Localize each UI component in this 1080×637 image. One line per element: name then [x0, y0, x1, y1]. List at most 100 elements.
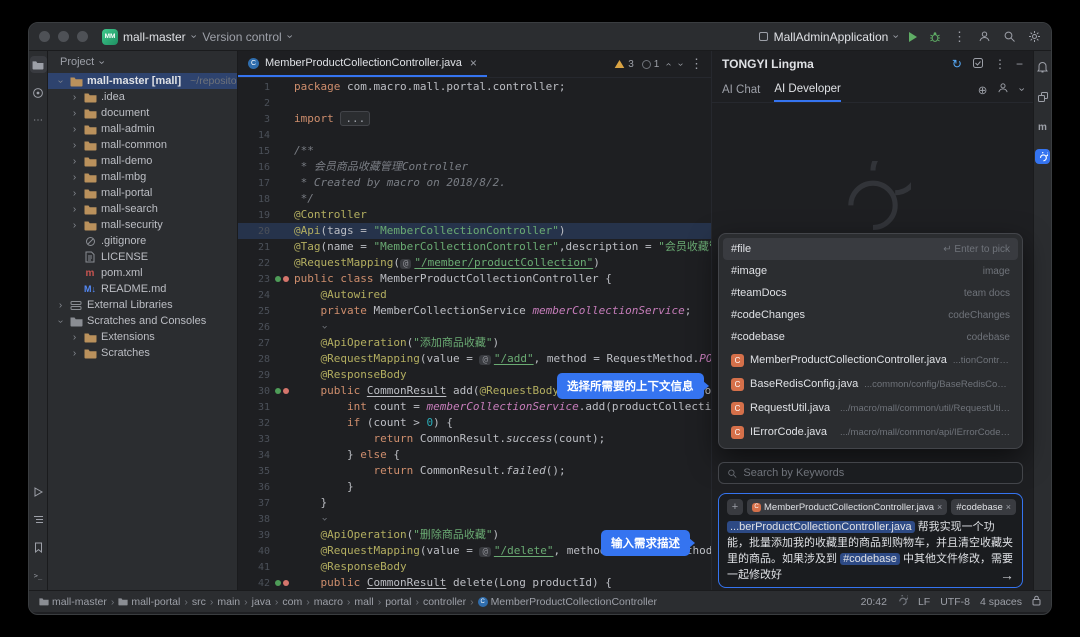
tree-item[interactable]: › mall-security [48, 217, 237, 233]
expand-chevron-icon[interactable]: › [56, 300, 65, 311]
gutter-icons[interactable] [270, 143, 294, 159]
gutter-icons[interactable] [270, 415, 294, 431]
context-chip[interactable]: #codebase × [951, 499, 1016, 515]
line-number[interactable]: 19 [238, 207, 270, 223]
code-line[interactable]: 24 @Autowired [238, 287, 711, 303]
inspections-weak-warnings[interactable]: 1 [642, 59, 660, 70]
run-button[interactable] [909, 32, 917, 42]
gutter-icons[interactable] [270, 95, 294, 111]
line-number[interactable]: 32 [238, 415, 270, 431]
project-tool-button[interactable] [30, 56, 47, 73]
line-number[interactable]: 17 [238, 175, 270, 191]
maven-tool-button[interactable]: m [1035, 119, 1051, 135]
expand-chevron-icon[interactable]: › [70, 108, 79, 119]
tree-item[interactable]: m pom.xml [48, 265, 237, 281]
maximize-window-button[interactable] [77, 31, 88, 42]
line-number[interactable]: 28 [238, 351, 270, 367]
spring-bean-icon[interactable] [275, 388, 281, 394]
expand-chevron-icon[interactable]: › [70, 220, 79, 231]
gutter-icons[interactable] [270, 399, 294, 415]
expand-chevron-icon[interactable]: › [70, 92, 79, 103]
terminal-tool-button[interactable]: >_ [30, 567, 47, 584]
breadcrumb-item[interactable]: controller [423, 596, 466, 608]
editor-tab[interactable]: C MemberProductCollectionController.java… [238, 51, 487, 77]
add-context-button[interactable]: + [727, 499, 743, 515]
chat-input-box[interactable]: + C MemberProductCollectionController.ja… [718, 493, 1023, 588]
line-number[interactable]: 16 [238, 159, 270, 175]
code-line[interactable]: 1 package com.macro.mall.portal.controll… [238, 79, 711, 95]
code-line[interactable]: 22 @RequestMapping(@"/member/productColl… [238, 255, 711, 271]
gutter-icons[interactable] [270, 335, 294, 351]
keyword-search-input[interactable] [743, 467, 1014, 479]
line-number[interactable]: 27 [238, 335, 270, 351]
breadcrumb-item[interactable]: macro [314, 596, 343, 608]
spring-bean-icon[interactable] [275, 276, 281, 282]
code-line[interactable]: 20 @Api(tags = "MemberCollectionControll… [238, 223, 711, 239]
expand-chevron-icon[interactable]: › [70, 172, 79, 183]
more-tools-button[interactable]: ⋯ [30, 112, 47, 129]
previous-problem-button[interactable]: › [663, 62, 674, 65]
code-line[interactable]: 28 @RequestMapping(value = @"/add", meth… [238, 351, 711, 367]
line-ending-selector[interactable]: LF [918, 596, 930, 608]
context-menu-item[interactable]: #image image [723, 260, 1018, 282]
gutter-icons[interactable] [270, 367, 294, 383]
expand-chevron-icon[interactable]: › [70, 348, 79, 359]
gutter-icons[interactable] [270, 207, 294, 223]
user-icon[interactable] [997, 82, 1009, 97]
gutter-icons[interactable] [270, 543, 294, 559]
line-number[interactable]: 29 [238, 367, 270, 383]
expand-chevron-icon[interactable]: › [70, 124, 79, 135]
tree-item[interactable]: › .idea [48, 89, 237, 105]
gutter-icons[interactable] [270, 559, 294, 575]
line-number[interactable]: 20 [238, 223, 270, 239]
structure-tool-button[interactable] [30, 511, 47, 528]
gutter-icons[interactable] [270, 319, 294, 335]
gutter-icons[interactable] [270, 447, 294, 463]
breadcrumb-item[interactable]: portal [385, 596, 411, 608]
tasks-icon[interactable] [972, 57, 984, 72]
line-number[interactable]: 26 [238, 319, 270, 335]
caret-position[interactable]: 20:42 [861, 596, 887, 608]
kebab-menu-icon[interactable]: ⋮ [994, 57, 1006, 71]
settings-gear-icon[interactable] [1028, 30, 1041, 43]
context-menu-item[interactable]: #codeChanges codeChanges [723, 304, 1018, 326]
line-number[interactable]: 40 [238, 543, 270, 559]
history-icon[interactable]: ↻ [952, 57, 962, 71]
gutter-icons[interactable] [270, 271, 294, 287]
gutter-icons[interactable] [270, 511, 294, 527]
user-icon[interactable] [978, 30, 991, 43]
expand-chevron-icon[interactable]: › [70, 140, 79, 151]
inspections-warnings[interactable]: 3 [614, 59, 634, 70]
window-controls[interactable] [39, 31, 88, 42]
expand-chevron-icon[interactable]: › [70, 204, 79, 215]
lingma-status-icon[interactable] [897, 595, 908, 609]
line-number[interactable]: 34 [238, 447, 270, 463]
breadcrumb-item[interactable]: mall [354, 596, 373, 608]
tree-item[interactable]: › Extensions [48, 329, 237, 345]
line-number[interactable]: 37 [238, 495, 270, 511]
code-line[interactable]: 27 @ApiOperation("添加商品收藏") [238, 335, 711, 351]
code-line[interactable]: 18 */ [238, 191, 711, 207]
tree-item[interactable]: › mall-admin [48, 121, 237, 137]
tree-item[interactable]: › mall-search [48, 201, 237, 217]
code-line[interactable]: 26 › [238, 319, 711, 335]
code-line[interactable]: 41 @ResponseBody [238, 559, 711, 575]
run-tool-button[interactable] [30, 483, 47, 500]
inline-mention-chip[interactable]: #codebase [840, 553, 900, 565]
code-line[interactable]: 42 public CommonResult delete(Long produ… [238, 575, 711, 590]
context-menu-item[interactable]: #codebase codebase [723, 326, 1018, 348]
breadcrumb-item[interactable]: mall-portal [118, 596, 180, 608]
line-number[interactable]: 15 [238, 143, 270, 159]
spring-bean-icon[interactable] [275, 580, 281, 586]
gutter-icons[interactable] [270, 383, 294, 399]
line-number[interactable]: 35 [238, 463, 270, 479]
tree-item[interactable]: › mall-common [48, 137, 237, 153]
line-number[interactable]: 36 [238, 479, 270, 495]
context-file-item[interactable]: C IErrorCode.java .../macro/mall/common/… [723, 420, 1018, 444]
line-number[interactable]: 31 [238, 399, 270, 415]
tab-ai-developer[interactable]: AI Developer [774, 77, 840, 102]
gutter-icons[interactable] [270, 303, 294, 319]
gutter-icons[interactable] [270, 159, 294, 175]
gutter-icons[interactable] [270, 463, 294, 479]
line-number[interactable]: 30 [238, 383, 270, 399]
